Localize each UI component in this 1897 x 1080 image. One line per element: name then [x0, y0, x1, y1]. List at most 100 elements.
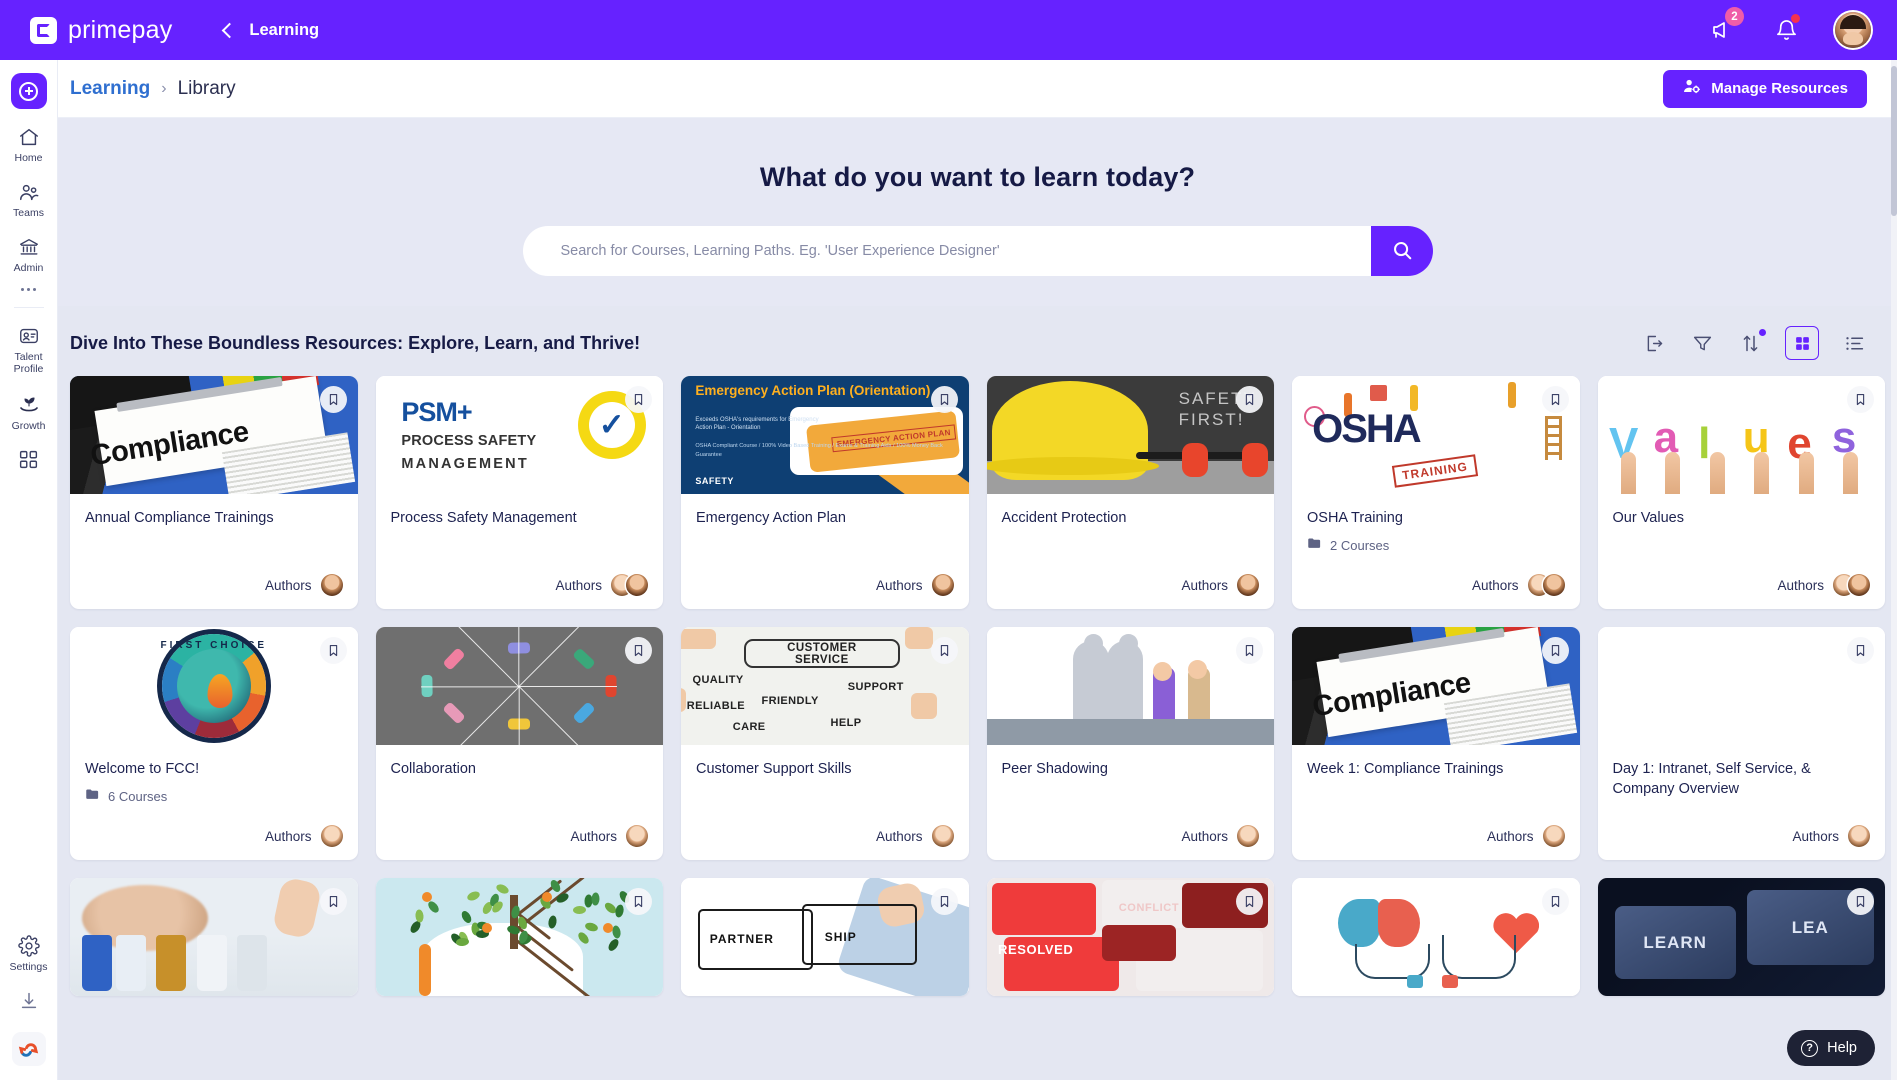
resource-card[interactable]	[376, 878, 664, 996]
bookmark-icon[interactable]	[1236, 888, 1263, 915]
author-avatars[interactable]	[626, 825, 648, 847]
author-avatars[interactable]	[1833, 574, 1870, 596]
resource-card[interactable]	[70, 878, 358, 996]
sidebar-item-admin[interactable]: Admin	[0, 236, 58, 274]
author-avatars[interactable]	[611, 574, 648, 596]
export-icon[interactable]	[1641, 330, 1667, 356]
bookmark-icon[interactable]	[625, 386, 652, 413]
author-avatars[interactable]	[932, 574, 954, 596]
resource-card[interactable]: Collaboration Authors	[376, 627, 664, 860]
bookmark-icon[interactable]	[931, 888, 958, 915]
card-course-count-label: 2 Courses	[1330, 538, 1389, 553]
bookmark-icon[interactable]	[320, 888, 347, 915]
bell-icon[interactable]	[1771, 15, 1801, 45]
resource-card[interactable]: Va l u e s Our Values Authors	[1598, 376, 1886, 609]
resource-card[interactable]: Compliance Week 1: Compliance Trainings Au…	[1292, 627, 1580, 860]
brand-logo[interactable]: primepay	[30, 16, 172, 45]
card-body: Week 1: Compliance Trainings	[1292, 745, 1580, 815]
company-logo-icon[interactable]	[12, 1032, 46, 1066]
bookmark-icon[interactable]	[1847, 386, 1874, 413]
resource-card[interactable]: CUSTOMER SERVICE QUALITY SUPPORT RELIABLE FRI…	[681, 627, 969, 860]
breadcrumb-parent[interactable]: Learning	[70, 78, 150, 100]
bookmark-icon[interactable]	[1847, 888, 1874, 915]
resource-card[interactable]: SAFETY FIRST! Accident Protection Authors	[987, 376, 1275, 609]
author-avatars[interactable]	[1237, 574, 1259, 596]
bookmark-icon[interactable]	[625, 888, 652, 915]
resource-card[interactable]	[1292, 878, 1580, 996]
card-thumbnail: ✓ PSM+ PROCESS SAFETY MANAGEMENT	[376, 376, 664, 494]
topbar-actions: 2	[1707, 12, 1871, 48]
card-body: Process Safety Management	[376, 494, 664, 564]
card-thumbnail: EMERGENCY ACTION PLAN Emergency Action Pl…	[681, 376, 969, 494]
avatar	[1848, 574, 1870, 596]
resource-card[interactable]: LEARN LEA	[1598, 878, 1886, 996]
resource-card[interactable]: Day 1: Intranet, Self Service, & Company…	[1598, 627, 1886, 860]
bookmark-icon[interactable]	[625, 637, 652, 664]
card-thumbnail-art: Compliance	[70, 376, 358, 494]
filter-icon[interactable]	[1689, 330, 1715, 356]
author-avatars[interactable]	[1528, 574, 1565, 596]
resource-card[interactable]: RESOLVED CONFLICT	[987, 878, 1275, 996]
card-title: Our Values	[1613, 508, 1871, 528]
help-button[interactable]: ? Help	[1787, 1030, 1875, 1066]
grid-view-icon[interactable]	[1785, 326, 1819, 360]
resource-card[interactable]: Peer Shadowing Authors	[987, 627, 1275, 860]
author-avatars[interactable]	[321, 574, 343, 596]
page-scrollbar-thumb[interactable]	[1891, 66, 1897, 216]
avatar	[1237, 574, 1259, 596]
sidebar-label-home: Home	[14, 152, 42, 164]
sidebar-item-teams[interactable]: Teams	[0, 181, 58, 219]
back-to-learning[interactable]: Learning	[224, 21, 319, 40]
bookmark-icon[interactable]	[320, 637, 347, 664]
author-avatars[interactable]	[1543, 825, 1565, 847]
bookmark-icon[interactable]	[1542, 637, 1569, 664]
sidebar-item-settings[interactable]: Settings	[0, 935, 58, 973]
author-avatars[interactable]	[1237, 825, 1259, 847]
card-thumbnail	[987, 627, 1275, 745]
bookmark-icon[interactable]	[1236, 386, 1263, 413]
more-dots-icon[interactable]	[21, 288, 36, 291]
create-button[interactable]	[11, 73, 47, 109]
card-thumbnail-art: RESOLVED CONFLICT	[987, 878, 1275, 996]
sidebar-item-apps[interactable]	[0, 449, 58, 470]
resource-card[interactable]: FIRST CHOICE Welcome to FCC! 6 Courses Auth…	[70, 627, 358, 860]
bookmark-icon[interactable]	[1542, 386, 1569, 413]
resource-card[interactable]: ✓ PSM+ PROCESS SAFETY MANAGEMENT Process Saf…	[376, 376, 664, 609]
sidebar-item-home[interactable]: Home	[0, 126, 58, 164]
sidebar-item-growth[interactable]: Growth	[0, 392, 58, 432]
bookmark-icon[interactable]	[1236, 637, 1263, 664]
resource-card[interactable]: EMERGENCY ACTION PLAN Emergency Action Pl…	[681, 376, 969, 609]
card-thumbnail	[376, 878, 664, 996]
resource-card[interactable]: OSHA TRAINING OSHA Training 2 Courses Author…	[1292, 376, 1580, 609]
author-avatars[interactable]	[1848, 825, 1870, 847]
resource-card[interactable]: Compliance Annual Compliance Trainings Aut…	[70, 376, 358, 609]
author-avatars[interactable]	[321, 825, 343, 847]
search-bar	[523, 226, 1433, 276]
card-thumbnail: Compliance	[1292, 627, 1580, 745]
sort-icon[interactable]	[1737, 330, 1763, 356]
sidebar-item-download[interactable]	[0, 990, 58, 1012]
megaphone-icon[interactable]: 2	[1707, 15, 1737, 45]
author-avatars[interactable]	[932, 825, 954, 847]
bell-unread-dot	[1791, 14, 1800, 23]
bookmark-icon[interactable]	[931, 386, 958, 413]
manage-resources-button[interactable]: Manage Resources	[1663, 70, 1867, 108]
card-body: Accident Protection	[987, 494, 1275, 564]
bookmark-icon[interactable]	[1847, 637, 1874, 664]
bookmark-icon[interactable]	[320, 386, 347, 413]
card-body: Annual Compliance Trainings	[70, 494, 358, 564]
bookmark-icon[interactable]	[931, 637, 958, 664]
sidebar-bottom: Settings	[0, 935, 58, 1080]
card-body: Peer Shadowing	[987, 745, 1275, 815]
bookmark-icon[interactable]	[1542, 888, 1569, 915]
search-submit-button[interactable]	[1371, 226, 1433, 276]
sidebar: Home Teams Admin Talent Profile Growth S…	[0, 60, 58, 1080]
search-input[interactable]	[523, 226, 1371, 276]
list-view-icon[interactable]	[1841, 330, 1867, 356]
card-thumbnail-art	[70, 878, 358, 996]
sidebar-item-talent-profile[interactable]: Talent Profile	[0, 325, 58, 375]
resource-card[interactable]: PARTNER SHIP	[681, 878, 969, 996]
user-avatar[interactable]	[1835, 12, 1871, 48]
apps-grid-icon	[18, 449, 39, 470]
card-course-count: 6 Courses	[85, 787, 343, 805]
